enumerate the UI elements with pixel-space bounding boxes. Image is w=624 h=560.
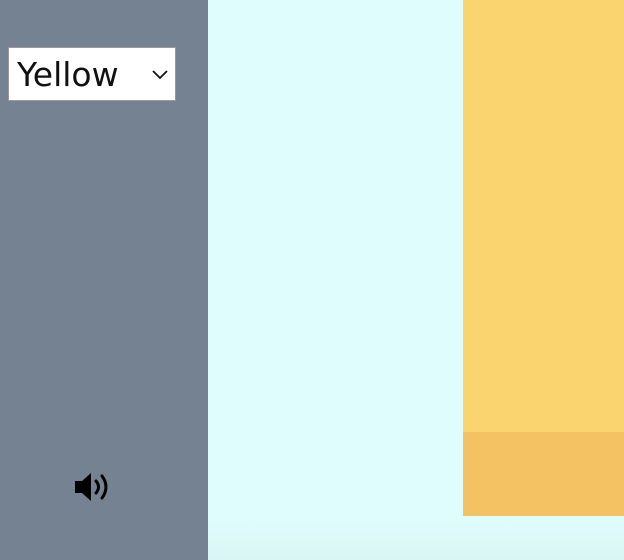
sidebar: Yellow [0, 0, 208, 560]
yellow-block-bottom [463, 432, 624, 516]
canvas-floor [208, 516, 624, 560]
play-canvas [208, 0, 624, 560]
speaker-volume-icon[interactable] [73, 470, 113, 504]
color-select-value: Yellow [17, 54, 119, 94]
color-select[interactable]: Yellow [8, 47, 176, 101]
chevron-down-icon [152, 70, 168, 80]
yellow-block-top [463, 0, 624, 432]
